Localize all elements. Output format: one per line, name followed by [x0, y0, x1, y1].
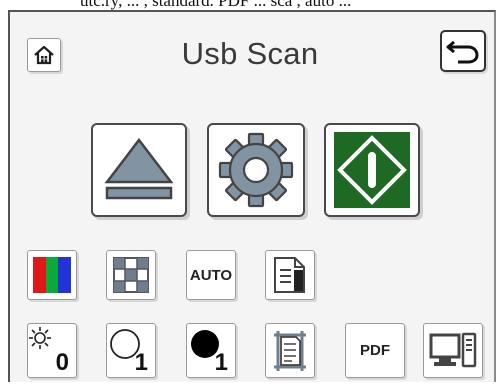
eject-button[interactable] [91, 123, 187, 217]
top-cut-text: utc.ry, ... , standard. PDF ... sca , au… [0, 0, 500, 10]
gear-icon [218, 132, 294, 208]
resolution-button[interactable] [106, 250, 156, 300]
back-arrow-icon [446, 40, 479, 64]
eject-icon [104, 137, 174, 200]
grid-icon [113, 257, 149, 293]
auto-button[interactable]: AUTO [186, 250, 236, 300]
computer-icon [429, 332, 477, 367]
document-button[interactable] [265, 250, 315, 300]
destination-button[interactable] [423, 323, 483, 378]
start-scan-button[interactable] [324, 123, 420, 217]
back-button[interactable] [440, 30, 486, 72]
file-format-button[interactable]: PDF [345, 323, 405, 378]
contrast-light-value: 1 [134, 349, 148, 376]
page-frame-icon [274, 330, 306, 371]
contrast-light-button[interactable]: 1 [106, 323, 156, 378]
color-rgb-icon [33, 257, 71, 293]
page-title: Usb Scan [181, 36, 319, 71]
top-cut-label: utc.ry, ... , standard. PDF ... sca , au… [80, 0, 352, 10]
brightness-button[interactable]: 0 [27, 323, 77, 378]
brightness-value: 0 [55, 349, 69, 376]
contrast-dark-button[interactable]: 1 [186, 323, 236, 378]
frame-button[interactable] [265, 323, 315, 378]
settings-button[interactable] [207, 123, 305, 217]
pdf-label: PDF [360, 342, 390, 359]
start-scan-icon [334, 132, 410, 208]
color-mode-button[interactable] [27, 250, 77, 300]
contrast-dark-value: 1 [214, 349, 228, 376]
document-icon [274, 257, 305, 293]
auto-label: AUTO [189, 266, 233, 284]
